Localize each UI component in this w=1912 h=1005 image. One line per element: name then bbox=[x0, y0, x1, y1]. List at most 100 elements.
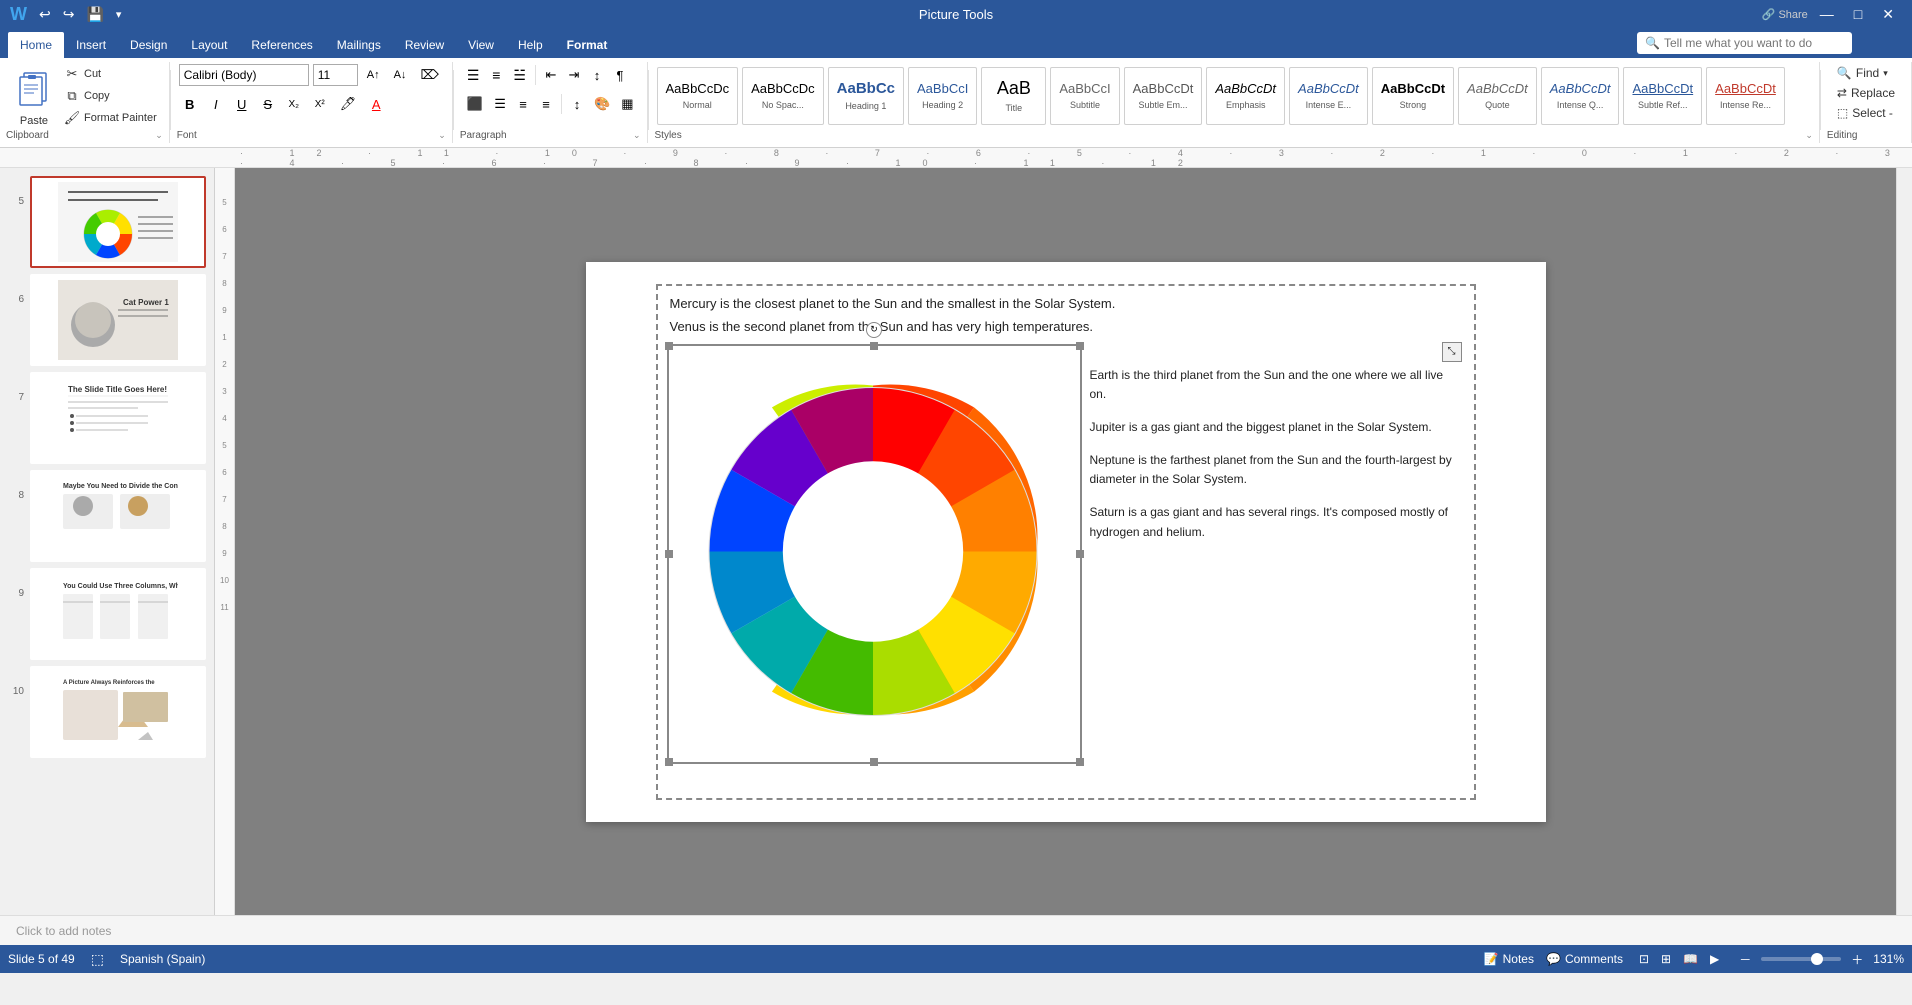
handle-bm[interactable] bbox=[870, 758, 878, 766]
resize-handle[interactable]: ⤡ bbox=[1090, 342, 1462, 362]
strikethrough-button[interactable]: S bbox=[257, 93, 279, 115]
tab-mailings[interactable]: Mailings bbox=[325, 32, 393, 58]
find-button[interactable]: 🔍 Find ▾ bbox=[1829, 64, 1896, 82]
search-input[interactable] bbox=[1664, 36, 1844, 50]
slide-thumb-7[interactable]: 7 The Slide Title Goes Here! bbox=[8, 372, 206, 464]
style-intense-q[interactable]: AaBbCcDt Intense Q... bbox=[1541, 67, 1620, 125]
zoom-in-button[interactable]: ＋ bbox=[1847, 949, 1867, 970]
customise-button[interactable]: ▾ bbox=[112, 6, 126, 23]
slide-preview-8[interactable]: Maybe You Need to Divide the Content bbox=[30, 470, 206, 562]
slide-preview-9[interactable]: You Could Use Three Columns, Why Not? bbox=[30, 568, 206, 660]
select-button[interactable]: ⬚ Select - bbox=[1829, 104, 1901, 122]
style-strong[interactable]: AaBbCcDt Strong bbox=[1372, 67, 1454, 125]
redo-button[interactable]: ↪ bbox=[59, 4, 79, 25]
reading-view-button[interactable]: 📖 bbox=[1679, 950, 1702, 968]
highlight-button[interactable]: 🖊 bbox=[335, 93, 362, 115]
subscript-button[interactable]: X₂ bbox=[283, 93, 305, 115]
font-name-input[interactable] bbox=[179, 64, 309, 86]
slide-preview-7[interactable]: The Slide Title Goes Here! bbox=[30, 372, 206, 464]
style-subtitle[interactable]: AaBbCcI Subtitle bbox=[1050, 67, 1119, 125]
format-painter-button[interactable]: 🖌 Format Painter bbox=[60, 108, 161, 128]
zoom-slider[interactable] bbox=[1761, 957, 1841, 961]
slide-preview-5[interactable] bbox=[30, 176, 206, 268]
line-spacing-button[interactable]: ↕ bbox=[566, 93, 588, 115]
undo-button[interactable]: ↩ bbox=[35, 4, 55, 25]
styles-expand[interactable]: ⌄ bbox=[1805, 130, 1813, 141]
style-intense-ref[interactable]: AaBbCcDt Intense Re... bbox=[1706, 67, 1785, 125]
style-intense-e[interactable]: AaBbCcDt Intense E... bbox=[1289, 67, 1368, 125]
align-left-button[interactable]: ⬛ bbox=[462, 93, 488, 115]
tab-review[interactable]: Review bbox=[393, 32, 456, 58]
slide-thumb-5[interactable]: 5 bbox=[8, 176, 206, 268]
save-button[interactable]: 💾 bbox=[82, 4, 107, 25]
style-nospace[interactable]: AaBbCcDc No Spac... bbox=[742, 67, 824, 125]
handle-tr[interactable] bbox=[1076, 342, 1084, 350]
tab-insert[interactable]: Insert bbox=[64, 32, 118, 58]
font-grow-button[interactable]: A↑ bbox=[362, 64, 385, 86]
handle-ml[interactable] bbox=[665, 550, 673, 558]
tab-format[interactable]: Format bbox=[555, 32, 620, 58]
clipboard-expand[interactable]: ⌄ bbox=[155, 130, 163, 141]
handle-tl[interactable] bbox=[665, 342, 673, 350]
italic-button[interactable]: I bbox=[205, 93, 227, 115]
copy-button[interactable]: ⧉ Copy bbox=[60, 86, 161, 106]
slide-thumb-6[interactable]: 6 Cat Power 1 bbox=[8, 274, 206, 366]
font-color-button[interactable]: A bbox=[365, 93, 387, 115]
image-selection-box[interactable]: ↻ bbox=[667, 344, 1082, 764]
style-subtle-em[interactable]: AaBbCcDt Subtle Em... bbox=[1124, 67, 1203, 125]
style-normal[interactable]: AaBbCcDc Normal bbox=[657, 67, 739, 125]
zoom-handle[interactable] bbox=[1811, 953, 1823, 965]
handle-tm[interactable] bbox=[870, 342, 878, 350]
style-quote[interactable]: AaBbCcDt Quote bbox=[1458, 67, 1537, 125]
shading-button[interactable]: 🎨 bbox=[589, 93, 615, 115]
tab-references[interactable]: References bbox=[239, 32, 324, 58]
slide-thumb-10[interactable]: 10 A Picture Always Reinforces the bbox=[8, 666, 206, 758]
show-marks-button[interactable]: ¶ bbox=[609, 64, 631, 86]
comments-button[interactable]: 💬 Comments bbox=[1546, 952, 1623, 966]
superscript-button[interactable]: X² bbox=[309, 93, 331, 115]
indent-increase-button[interactable]: ⇥ bbox=[563, 64, 585, 86]
normal-view-button[interactable]: ⊡ bbox=[1635, 950, 1653, 968]
borders-button[interactable]: ▦ bbox=[616, 93, 638, 115]
rotation-handle[interactable]: ↻ bbox=[866, 322, 882, 338]
para-expand[interactable]: ⌄ bbox=[633, 130, 641, 141]
right-scrollbar[interactable] bbox=[1896, 168, 1912, 915]
handle-br[interactable] bbox=[1076, 758, 1084, 766]
font-expand[interactable]: ⌄ bbox=[438, 130, 446, 141]
maximize-button[interactable]: □ bbox=[1846, 6, 1870, 22]
zoom-out-button[interactable]: － bbox=[1735, 949, 1755, 970]
notes-area[interactable]: Click to add notes bbox=[0, 915, 1912, 945]
multilevel-button[interactable]: ☱ bbox=[508, 64, 531, 86]
slide-sorter-button[interactable]: ⊞ bbox=[1657, 950, 1675, 968]
bullets-button[interactable]: ☰ bbox=[462, 64, 485, 86]
slide-preview-6[interactable]: Cat Power 1 bbox=[30, 274, 206, 366]
indent-decrease-button[interactable]: ⇤ bbox=[540, 64, 562, 86]
tab-help[interactable]: Help bbox=[506, 32, 555, 58]
tab-home[interactable]: Home bbox=[8, 32, 64, 58]
close-button[interactable]: ✕ bbox=[1874, 6, 1902, 23]
slide-thumb-8[interactable]: 8 Maybe You Need to Divide the Content bbox=[8, 470, 206, 562]
slide-thumb-9[interactable]: 9 You Could Use Three Columns, Why Not? bbox=[8, 568, 206, 660]
slide-preview-10[interactable]: A Picture Always Reinforces the bbox=[30, 666, 206, 758]
style-subtle-ref[interactable]: AaBbCcDt Subtle Ref... bbox=[1623, 67, 1702, 125]
style-heading2[interactable]: AaBbCcI Heading 2 bbox=[908, 67, 977, 125]
style-emphasis[interactable]: AaBbCcDt Emphasis bbox=[1206, 67, 1285, 125]
tab-layout[interactable]: Layout bbox=[179, 32, 239, 58]
tab-view[interactable]: View bbox=[456, 32, 506, 58]
font-shrink-button[interactable]: A↓ bbox=[389, 64, 412, 86]
search-bar[interactable]: 🔍 bbox=[1637, 32, 1852, 54]
main-textbox[interactable]: Mercury is the closest planet to the Sun… bbox=[656, 284, 1476, 800]
replace-button[interactable]: ⇄ Replace bbox=[1829, 84, 1903, 102]
align-center-button[interactable]: ☰ bbox=[489, 93, 511, 115]
minimize-button[interactable]: — bbox=[1812, 6, 1842, 22]
align-right-button[interactable]: ≡ bbox=[512, 93, 534, 115]
handle-bl[interactable] bbox=[665, 758, 673, 766]
paste-button[interactable]: Paste bbox=[8, 61, 60, 131]
style-heading1[interactable]: AaBbCc Heading 1 bbox=[828, 67, 904, 125]
clear-format-button[interactable]: ⌦ bbox=[415, 64, 443, 86]
style-title[interactable]: AaB Title bbox=[981, 67, 1046, 125]
handle-mr[interactable] bbox=[1076, 550, 1084, 558]
font-size-input[interactable] bbox=[313, 64, 358, 86]
slideshow-button[interactable]: ▶ bbox=[1706, 950, 1723, 968]
find-dropdown[interactable]: ▾ bbox=[1883, 68, 1888, 79]
